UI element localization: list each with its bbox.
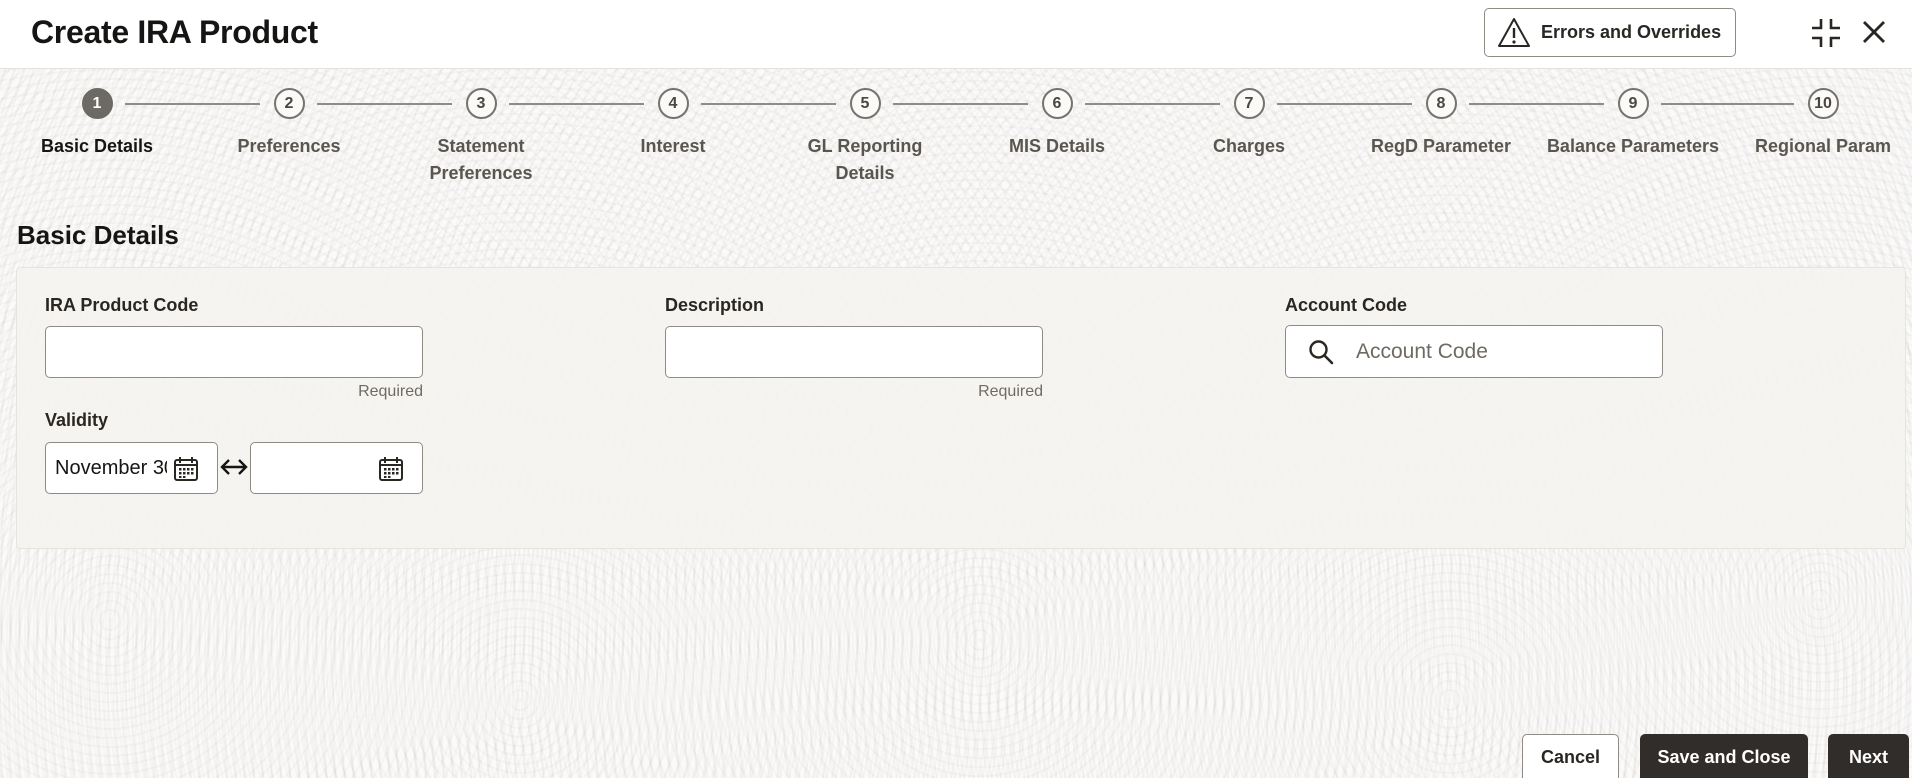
step-number: 8: [1425, 88, 1457, 119]
ira-product-code-label: IRA Product Code: [45, 295, 199, 315]
step-number: 1: [81, 88, 113, 119]
search-icon: [1309, 339, 1334, 364]
step-label: Basic Details: [40, 136, 154, 156]
step-label: GL Reporting Details: [807, 136, 923, 183]
step-number: 2: [273, 88, 305, 119]
step-number: 10: [1807, 88, 1839, 119]
validity-label: Validity: [45, 410, 109, 430]
step-interest[interactable]: 4 Interest: [583, 88, 763, 160]
step-statement-preferences[interactable]: 3 Statement Preferences: [391, 88, 571, 187]
save-and-close-label: Save and Close: [1657, 746, 1791, 767]
step-gl-reporting-details[interactable]: 5 GL Reporting Details: [775, 88, 955, 187]
warning-triangle-icon: [1498, 17, 1530, 47]
cancel-button[interactable]: Cancel: [1522, 734, 1619, 778]
calendar-icon[interactable]: [378, 456, 404, 482]
account-code-search-field[interactable]: Account Code: [1285, 325, 1663, 378]
description-label: Description: [665, 295, 765, 315]
account-code-label: Account Code: [1285, 295, 1408, 315]
collapse-icon[interactable]: [1810, 17, 1842, 49]
step-number: 4: [657, 88, 689, 119]
dialog-header: Create IRA Product Errors and Overrides: [0, 0, 1912, 69]
step-label: Preferences: [237, 136, 341, 156]
next-label: Next: [1848, 746, 1888, 767]
process-train: 1 Basic Details 2 Preferences 3 Statemen…: [0, 82, 1912, 192]
account-code-placeholder: Account Code: [1356, 339, 1488, 363]
validity-from-date[interactable]: November 30, 2018: [45, 442, 218, 494]
ira-product-code-required: Required: [358, 383, 423, 400]
step-label: Balance Parameters: [1546, 136, 1720, 156]
step-mis-details[interactable]: 6 MIS Details: [967, 88, 1147, 160]
save-and-close-button[interactable]: Save and Close: [1640, 734, 1808, 778]
step-label: RegD Parameter: [1370, 136, 1512, 156]
step-label: Charges: [1212, 136, 1286, 156]
cancel-label: Cancel: [1540, 746, 1601, 767]
calendar-icon[interactable]: [173, 456, 199, 482]
step-regional-param[interactable]: 10 Regional Param: [1738, 88, 1908, 160]
next-button[interactable]: Next: [1828, 734, 1909, 778]
basic-details-panel: [16, 267, 1906, 549]
step-number: 5: [849, 88, 881, 119]
errors-and-overrides-button[interactable]: Errors and Overrides: [1484, 8, 1736, 57]
validity-to-date[interactable]: [250, 442, 423, 494]
step-charges[interactable]: 7 Charges: [1159, 88, 1339, 160]
step-label: Regional Param: [1754, 136, 1892, 156]
double-arrow-icon: [220, 459, 248, 475]
errors-and-overrides-label: Errors and Overrides: [1541, 22, 1722, 42]
validity-from-value: November 30, 2018: [55, 456, 167, 479]
step-label: MIS Details: [1008, 136, 1106, 156]
step-number: 6: [1041, 88, 1073, 119]
step-basic-details[interactable]: 1 Basic Details: [7, 88, 187, 160]
step-number: 3: [465, 88, 497, 119]
step-number: 7: [1233, 88, 1265, 119]
step-label: Interest: [640, 136, 706, 156]
step-balance-parameters[interactable]: 9 Balance Parameters: [1543, 88, 1723, 160]
step-regd-parameter[interactable]: 8 RegD Parameter: [1351, 88, 1531, 160]
description-input[interactable]: [665, 326, 1043, 378]
description-required: Required: [978, 383, 1043, 400]
section-title: Basic Details: [17, 220, 179, 250]
step-preferences[interactable]: 2 Preferences: [199, 88, 379, 160]
ira-product-code-input[interactable]: [45, 326, 423, 378]
page-title: Create IRA Product: [31, 14, 318, 50]
close-icon[interactable]: [1860, 18, 1888, 46]
step-label: Statement Preferences: [429, 136, 533, 183]
step-number: 9: [1617, 88, 1649, 119]
